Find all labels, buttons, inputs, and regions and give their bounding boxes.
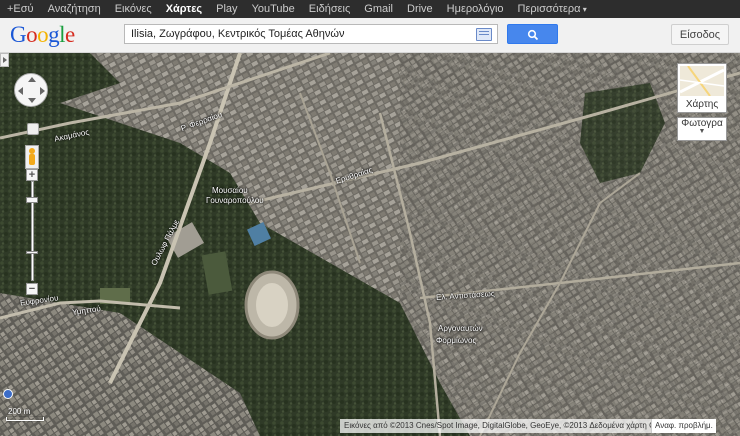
- gbar-more[interactable]: Περισσότερα: [511, 0, 594, 19]
- pan-control[interactable]: [14, 73, 48, 107]
- panel-toggle-button[interactable]: [0, 53, 9, 67]
- gbar-you[interactable]: +Εσύ: [0, 0, 41, 18]
- keyboard-icon[interactable]: [476, 28, 492, 41]
- attribution: Εικόνες από ©2013 Cnes/Spot Image, Digit…: [340, 419, 679, 433]
- pan-up-icon[interactable]: [28, 77, 36, 82]
- gbar-play[interactable]: Play: [209, 0, 244, 18]
- zoom-slider-track[interactable]: [31, 181, 34, 281]
- gbar-images[interactable]: Εικόνες: [108, 0, 159, 18]
- pegman-icon[interactable]: [25, 145, 39, 169]
- gbar-drive[interactable]: Drive: [400, 0, 440, 18]
- signin-button[interactable]: Είσοδος: [671, 24, 729, 45]
- zoom-slider-thumb[interactable]: [26, 197, 38, 203]
- gbar-maps[interactable]: Χάρτες: [159, 0, 209, 18]
- scale-bar-line: [6, 417, 44, 421]
- zoom-out-button[interactable]: −: [26, 283, 38, 295]
- google-marker-icon: [3, 389, 13, 399]
- search-box: [124, 24, 498, 44]
- photos-button[interactable]: Φωτογρα ▼: [677, 117, 727, 141]
- search-input[interactable]: [125, 25, 477, 43]
- search-button[interactable]: [507, 24, 558, 44]
- map-type-label: Χάρτης: [685, 99, 719, 110]
- gbar-youtube[interactable]: YouTube: [245, 0, 302, 18]
- zoom-in-button[interactable]: +: [26, 169, 38, 181]
- map-imagery: [0, 53, 740, 436]
- google-bar: +Εσύ Αναζήτηση Εικόνες Χάρτες Play YouTu…: [0, 0, 740, 18]
- logo-letter: G: [10, 22, 27, 47]
- scale-bar: 200 m: [6, 403, 46, 423]
- chevron-down-icon: ▼: [698, 128, 706, 135]
- pan-down-icon[interactable]: [28, 98, 36, 103]
- pan-left-icon[interactable]: [18, 87, 23, 95]
- map-type-button[interactable]: Χάρτης: [677, 63, 727, 113]
- map-thumbnail: [680, 66, 724, 96]
- google-logo[interactable]: Google: [10, 22, 75, 48]
- logo-letter: o: [26, 22, 38, 47]
- gbar-search[interactable]: Αναζήτηση: [41, 0, 108, 18]
- logo-letter: e: [65, 22, 75, 47]
- street-label: Γουναροπούλου: [206, 196, 264, 205]
- gbar-calendar[interactable]: Ημερολόγιο: [440, 0, 511, 18]
- report-problem-link[interactable]: Αναφ. προβλήμ.: [651, 419, 716, 433]
- search-icon: [527, 29, 539, 41]
- logo-letter: o: [37, 22, 49, 47]
- street-label: Φορμίωνος: [436, 336, 477, 345]
- gbar-gmail[interactable]: Gmail: [357, 0, 400, 18]
- header: Google Είσοδος: [0, 18, 740, 53]
- satellite-map[interactable]: Ακαμάνος Ρ. Φερραίου Μουσαίου Γουναροπού…: [0, 53, 740, 436]
- logo-letter: g: [48, 22, 60, 47]
- pan-right-icon[interactable]: [40, 87, 45, 95]
- scale-label: 200 m: [8, 407, 31, 416]
- gbar-news[interactable]: Ειδήσεις: [302, 0, 357, 18]
- street-label: Μουσαίου: [212, 186, 248, 195]
- street-label: Αργοναυτών: [438, 324, 483, 333]
- rotate-icon[interactable]: [27, 123, 39, 135]
- zoom-level-marker: [26, 251, 38, 254]
